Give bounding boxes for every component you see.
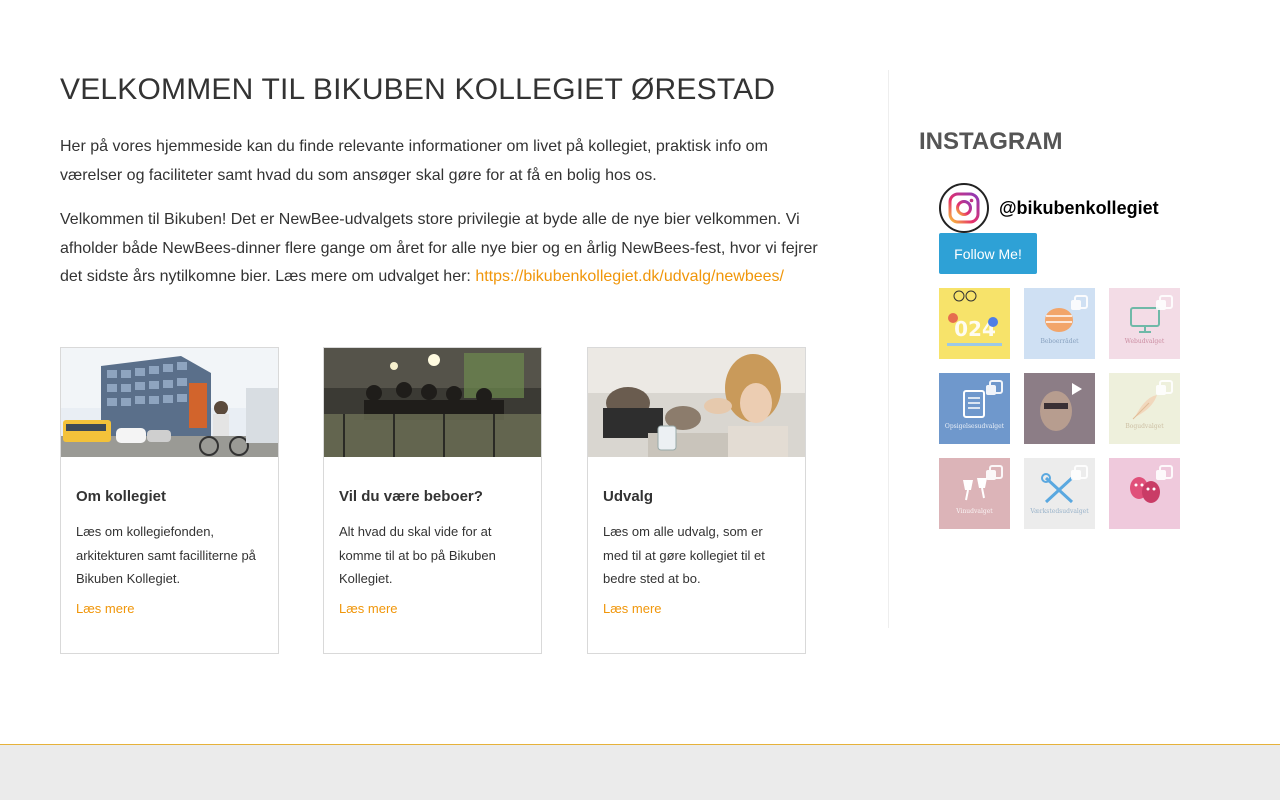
dinner-photo[interactable] bbox=[324, 348, 541, 457]
footer bbox=[0, 744, 1280, 800]
main-content: VELKOMMEN TIL BIKUBEN KOLLEGIET ØRESTAD … bbox=[60, 70, 830, 292]
post-caption: Værkstedsudvalget bbox=[1030, 508, 1089, 515]
instagram-feed: 024 Beboerrådet Webudvalget Opsigelsesud… bbox=[939, 288, 1180, 529]
card-title[interactable]: Vil du være beboer? bbox=[339, 488, 526, 506]
widget-title: INSTAGRAM bbox=[919, 128, 1063, 155]
instagram-post[interactable]: Bogudvalget bbox=[1109, 373, 1180, 444]
instagram-widget: INSTAGRAM @bikubenkollegiet Follow Me! 0… bbox=[919, 125, 1219, 529]
carousel-icon bbox=[1156, 465, 1173, 480]
instagram-post[interactable]: 024 bbox=[939, 288, 1010, 359]
instagram-post[interactable]: Opsigelsesudvalget bbox=[939, 373, 1010, 444]
students-photo[interactable] bbox=[588, 348, 805, 457]
card-text: Læs om alle udvalg, som er med til at gø… bbox=[603, 524, 765, 586]
post-caption: Webudvalget bbox=[1124, 338, 1165, 345]
sidebar-divider bbox=[888, 70, 889, 628]
card-beboer: Vil du være beboer? Alt hvad du skal vid… bbox=[323, 347, 542, 654]
instagram-post[interactable] bbox=[1024, 373, 1095, 444]
card-om-kollegiet: Om kollegiet Læs om kollegiefonden, arki… bbox=[60, 347, 279, 654]
instagram-post[interactable]: Værkstedsudvalget bbox=[1024, 458, 1095, 529]
post-caption: Bogudvalget bbox=[1125, 423, 1164, 430]
carousel-icon bbox=[1071, 295, 1088, 310]
card-row: Om kollegiet Læs om kollegiefonden, arki… bbox=[60, 347, 830, 654]
instagram-post[interactable] bbox=[1109, 458, 1180, 529]
video-thumbnail bbox=[1040, 383, 1082, 431]
carousel-icon bbox=[1156, 295, 1173, 310]
carousel-icon bbox=[1071, 465, 1088, 480]
instagram-post[interactable]: Beboerrådet bbox=[1024, 288, 1095, 359]
carousel-icon bbox=[986, 465, 1003, 480]
card-text: Alt hvad du skal vide for at komme til a… bbox=[339, 524, 496, 586]
read-more-link[interactable]: Læs mere bbox=[603, 601, 662, 616]
post-caption: Vinudvalget bbox=[956, 508, 993, 515]
newbees-paragraph: Velkommen til Bikuben! Det er NewBee-udv… bbox=[60, 206, 830, 292]
newbees-link[interactable]: https://bikubenkollegiet.dk/udvalg/newbe… bbox=[475, 268, 784, 285]
page-title: VELKOMMEN TIL BIKUBEN KOLLEGIET ØRESTAD bbox=[60, 73, 776, 106]
building-photo[interactable] bbox=[61, 348, 278, 457]
play-icon bbox=[1072, 383, 1082, 395]
post-caption: Beboerrådet bbox=[1040, 338, 1079, 345]
card-title[interactable]: Om kollegiet bbox=[76, 488, 263, 506]
event-poster-icon: 024 bbox=[947, 290, 1002, 346]
card-title[interactable]: Udvalg bbox=[603, 488, 790, 506]
instagram-post[interactable]: Vinudvalget bbox=[939, 458, 1010, 529]
card-text: Læs om kollegiefonden, arkitekturen samt… bbox=[76, 524, 256, 586]
read-more-link[interactable]: Læs mere bbox=[339, 601, 398, 616]
instagram-handle[interactable]: @bikubenkollegiet bbox=[999, 198, 1159, 219]
instagram-post[interactable]: Webudvalget bbox=[1109, 288, 1180, 359]
read-more-link[interactable]: Læs mere bbox=[76, 601, 135, 616]
carousel-icon bbox=[1156, 380, 1173, 395]
follow-button[interactable]: Follow Me! bbox=[939, 233, 1037, 274]
card-udvalg: Udvalg Læs om alle udvalg, som er med ti… bbox=[587, 347, 806, 654]
post-caption: Opsigelsesudvalget bbox=[944, 423, 1005, 430]
instagram-icon bbox=[948, 192, 980, 224]
instagram-avatar[interactable] bbox=[939, 183, 989, 233]
intro-paragraph: Her på vores hjemmeside kan du finde rel… bbox=[60, 138, 768, 184]
carousel-icon bbox=[986, 380, 1003, 395]
instagram-header: @bikubenkollegiet bbox=[939, 183, 1159, 233]
